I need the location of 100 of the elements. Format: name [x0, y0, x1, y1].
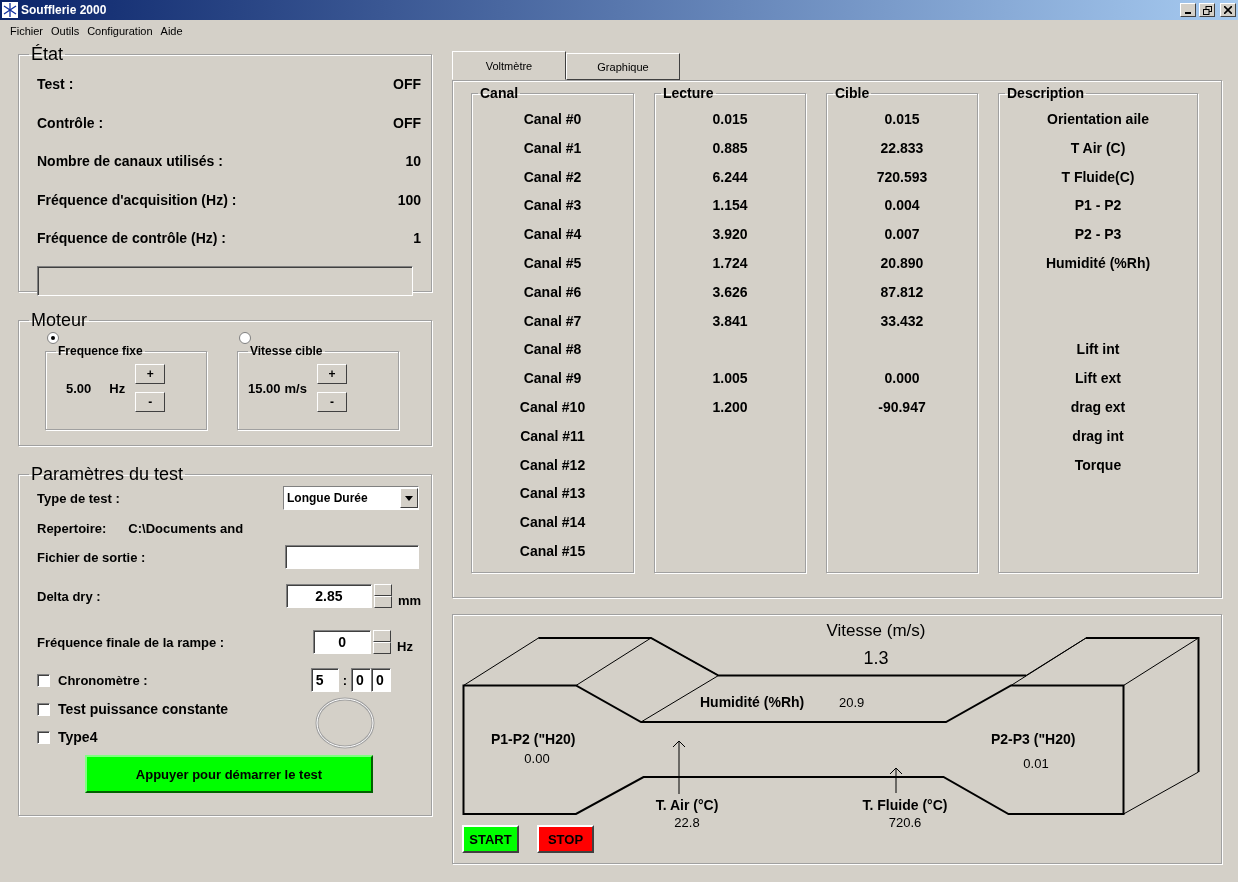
group-title: État	[30, 44, 65, 65]
decrement-button[interactable]: -	[135, 392, 166, 412]
temperature-value: 22.8	[674, 815, 700, 830]
table-cell-text: Canal #1	[523, 138, 582, 158]
time-separator: :	[342, 672, 347, 688]
table-cell-text: 0.015	[884, 110, 920, 129]
table-cell-text: 3.841	[712, 311, 748, 331]
start-test-button[interactable]: Appuyer pour démarrer le test	[85, 755, 373, 793]
radio-button[interactable]	[239, 332, 251, 344]
output-file-field[interactable]	[285, 545, 419, 569]
spin-button[interactable]	[373, 630, 392, 654]
unit-label: m/s	[284, 380, 307, 396]
table-cell-text: drag int	[1072, 426, 1124, 446]
table-cell-text: Humidité (%Rh)	[1045, 254, 1151, 273]
table-cell-text: Canal #10	[519, 397, 586, 417]
restore-button[interactable]	[1199, 3, 1215, 17]
column-header: Description	[1006, 85, 1085, 101]
field-label: Fréquence finale de la rampe :	[37, 634, 225, 650]
table-cell-text: 22.833	[880, 138, 924, 158]
stop-button[interactable]: STOP	[537, 825, 594, 853]
field-label: Delta dry :	[37, 588, 101, 604]
decrement-button[interactable]: -	[316, 392, 347, 412]
increment-button[interactable]: +	[135, 364, 166, 384]
speed-value: 1.3	[863, 648, 889, 669]
seconds-digit-field[interactable]: 0	[371, 668, 391, 692]
minimize-button[interactable]	[1180, 3, 1196, 17]
menu-item[interactable]: Fichier	[10, 25, 43, 37]
directory-path: C:\Documents and	[128, 520, 244, 536]
table-cell-text: Canal #3	[523, 196, 582, 216]
menu-item[interactable]: Configuration	[87, 25, 153, 37]
group-title: Vitesse cible	[249, 344, 324, 358]
window-title: Soufflerie 2000	[21, 3, 108, 17]
checkbox[interactable]	[37, 702, 50, 716]
table-cell-text: Lift ext	[1075, 369, 1121, 389]
table-cell-text: -90.947	[878, 397, 926, 417]
status-label: Nombre de canaux utilisés :	[37, 153, 223, 170]
restore-icon	[1202, 5, 1212, 15]
group-title: Moteur	[30, 310, 89, 331]
table-cell-text: Canal #14	[519, 513, 586, 533]
humidity-value: 20.9	[839, 695, 865, 710]
checkbox-label: Type4	[58, 729, 98, 745]
ring-icon	[315, 697, 375, 749]
start-button[interactable]: START	[462, 825, 519, 853]
status-value: 100	[397, 191, 421, 208]
seconds-digit-field[interactable]: 0	[351, 668, 371, 692]
table-cell-text: Canal #15	[519, 541, 586, 561]
ramp-frequency-field[interactable]: 0	[313, 630, 372, 654]
checkbox[interactable]	[37, 673, 50, 687]
increment-button[interactable]: +	[316, 364, 347, 384]
pressure-label: P1-P2 ("H20)	[491, 731, 576, 747]
table-cell-text: 33.432	[880, 311, 924, 331]
caret-icon[interactable]	[400, 488, 418, 508]
table-cell-text: Torque	[1074, 455, 1122, 475]
table-cell-text: 87.812	[880, 282, 924, 302]
status-value: 1	[413, 230, 421, 247]
menu-item[interactable]: Aide	[160, 25, 183, 37]
status-label: Test :	[37, 76, 74, 93]
tab[interactable]: Graphique	[566, 53, 680, 80]
pressure-value: 0.01	[1023, 756, 1049, 771]
minutes-field[interactable]: 5	[310, 668, 339, 692]
menu-item[interactable]: Outils	[51, 25, 80, 37]
humidity-label: Humidité (%Rh)	[700, 694, 805, 710]
field-label: Fichier de sortie :	[37, 549, 146, 565]
table-cell-text: 0.004	[884, 196, 920, 216]
table-cell-text: 0.885	[712, 138, 748, 158]
checkbox-label: Test puissance constante	[58, 701, 229, 717]
table-cell-text: Canal #13	[519, 484, 586, 504]
table-cell-text: Canal #8	[523, 340, 582, 360]
column-header: Canal	[479, 85, 520, 101]
status-value: 10	[405, 153, 421, 170]
test-type-dropdown[interactable]: Longue Durée	[283, 486, 419, 510]
radio-button[interactable]	[47, 332, 59, 344]
temperature-label: T. Fluide (°C)	[862, 797, 948, 813]
group-title: Paramètres du test	[30, 464, 185, 485]
table-cell-text: Canal #7	[523, 311, 582, 331]
table-cell-text: drag ext	[1070, 397, 1126, 417]
table-cell-text: 20.890	[880, 254, 924, 273]
pressure-value: 0.00	[524, 751, 550, 766]
delta-dry-field[interactable]: 2.85	[285, 584, 372, 608]
checkbox[interactable]	[37, 730, 50, 744]
table-cell-text: 3.626	[712, 282, 748, 302]
table-cell-text: Canal #11	[520, 426, 585, 446]
close-button[interactable]	[1220, 3, 1236, 17]
table-cell-text: Canal #6	[523, 282, 582, 302]
status-label: Contrôle :	[37, 114, 104, 131]
table-cell-text: Canal #9	[523, 369, 582, 389]
tab[interactable]: Voltmètre	[452, 51, 566, 80]
spin-button[interactable]	[373, 584, 392, 608]
field-label: Repertoire:	[37, 520, 107, 536]
table-cell-text: 0.015	[712, 110, 748, 129]
table-cell-text: Canal #12	[519, 455, 586, 475]
table-cell-text: Canal #0	[523, 110, 582, 129]
table-cell-text: T Fluide(C)	[1061, 167, 1135, 187]
table-cell-text: 6.244	[712, 167, 748, 187]
unit-label: Hz	[397, 638, 413, 654]
column-header: Lecture	[662, 85, 715, 101]
table-cell-text: Canal #5	[523, 254, 582, 273]
table-cell-text: 1.200	[712, 397, 748, 417]
status-label: Fréquence d'acquisition (Hz) :	[37, 191, 237, 208]
table-cell-text: 1.005	[712, 369, 748, 389]
